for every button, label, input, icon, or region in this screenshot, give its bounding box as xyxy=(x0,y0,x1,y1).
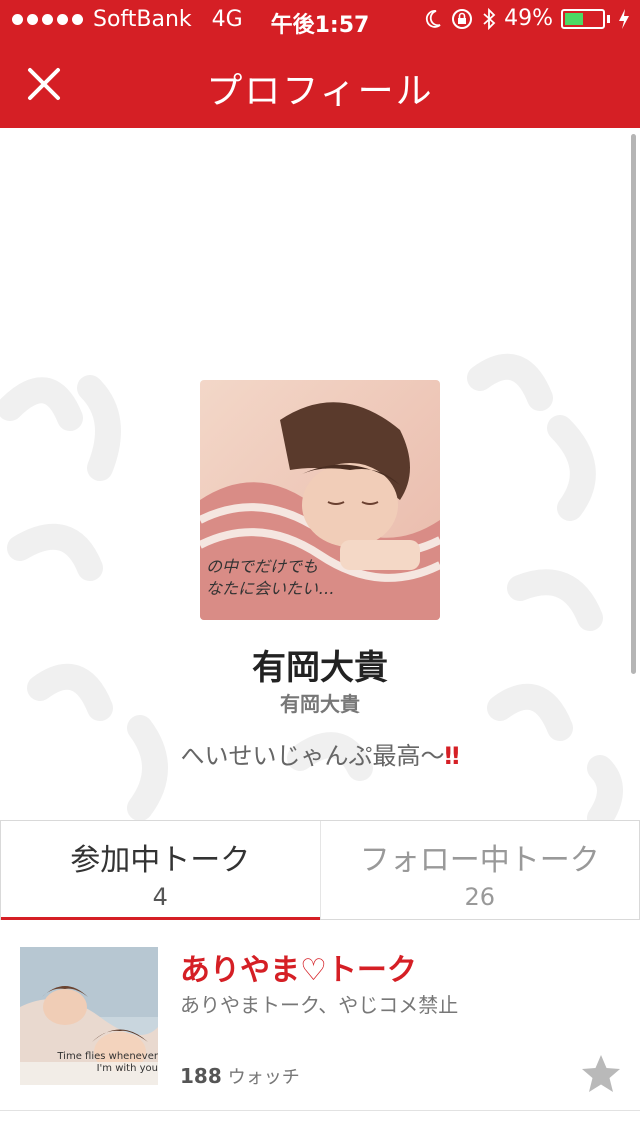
bluetooth-icon xyxy=(483,7,496,30)
star-icon[interactable] xyxy=(580,1053,622,1095)
active-tab-indicator xyxy=(1,917,320,920)
tab-label: フォロー中トーク xyxy=(359,843,600,878)
tab-count: 4 xyxy=(152,883,168,911)
status-bar: SoftBank 4G 午後1:57 49% xyxy=(0,0,640,40)
exclamation-emoji: ‼ xyxy=(444,742,460,770)
status-right: 49% xyxy=(424,6,630,31)
talk-title[interactable]: ありやま♡トーク xyxy=(180,945,417,989)
profile-header: の中でだけでも なたに会いたい… 有岡大貴 有岡大貴 へいせいじゃんぷ最高〜‼ xyxy=(0,128,640,820)
tab-count: 26 xyxy=(464,883,496,911)
list-item[interactable]: Time flies whenever I'm with you ありやま♡トー… xyxy=(0,921,640,1111)
talk-thumbnail: Time flies whenever I'm with you xyxy=(20,947,158,1085)
profile-name: 有岡大貴 xyxy=(252,648,388,688)
thumbnail-caption: Time flies whenever I'm with you xyxy=(57,1051,158,1074)
moon-icon xyxy=(426,9,441,28)
battery-icon xyxy=(561,8,605,29)
talk-tabs: 参加中トーク 4 フォロー中トーク 26 xyxy=(0,820,640,920)
rotation-lock-icon xyxy=(452,8,473,29)
nav-bar: プロフィール xyxy=(0,40,640,128)
page-title: プロフィール xyxy=(206,71,434,112)
scrollbar[interactable] xyxy=(631,134,636,674)
battery-percent: 49% xyxy=(504,6,553,31)
tab-joined-talks[interactable]: 参加中トーク 4 xyxy=(0,821,320,920)
talk-description: ありやまトーク、やじコメ禁止 xyxy=(180,993,459,1017)
profile-bio: へいせいじゃんぷ最高〜‼ xyxy=(180,742,460,770)
profile-username: 有岡大貴 xyxy=(280,692,360,716)
tab-label: 参加中トーク xyxy=(70,843,251,878)
tab-following-talks[interactable]: フォロー中トーク 26 xyxy=(319,821,640,919)
avatar[interactable]: の中でだけでも なたに会いたい… xyxy=(200,380,440,620)
charging-icon xyxy=(619,8,629,29)
watch-count: 188 ウォッチ xyxy=(180,1064,300,1088)
avatar-caption: の中でだけでも なたに会いたい… xyxy=(206,557,335,598)
